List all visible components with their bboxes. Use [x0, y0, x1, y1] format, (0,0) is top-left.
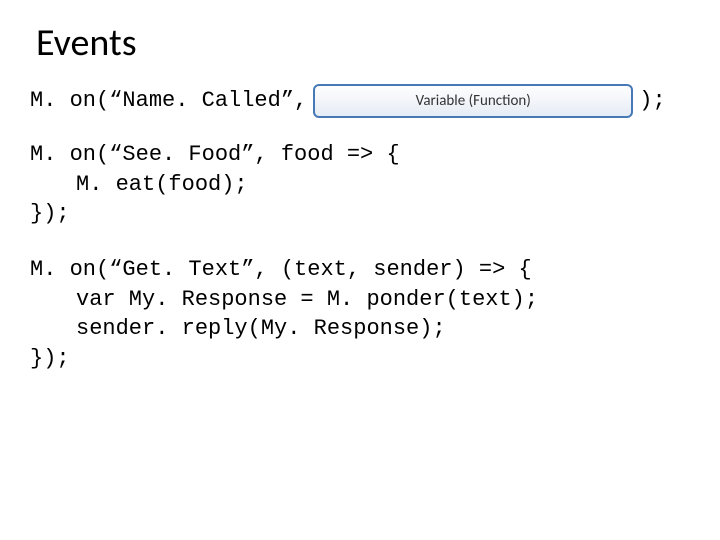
code-line: var My. Response = M. ponder(text); [30, 285, 690, 315]
code-line-1: M. on(“Name. Called”, Variable (Function… [30, 84, 690, 118]
code-block-3: M. on(“Get. Text”, (text, sender) => { v… [30, 255, 690, 374]
code-text-right: ); [639, 86, 665, 116]
code-line: sender. reply(My. Response); [30, 314, 690, 344]
code-line: M. on(“Get. Text”, (text, sender) => { [30, 257, 532, 282]
code-block-2: M. on(“See. Food”, food => { M. eat(food… [30, 140, 690, 229]
content-area: M. on(“Name. Called”, Variable (Function… [30, 84, 690, 374]
code-line: }); [30, 201, 70, 226]
slide: Events M. on(“Name. Called”, Variable (F… [0, 0, 720, 540]
code-line: }); [30, 346, 70, 371]
code-text-left: M. on(“Name. Called”, [30, 86, 307, 116]
code-line: M. eat(food); [30, 170, 690, 200]
badge-label: Variable (Function) [416, 91, 531, 111]
variable-function-badge: Variable (Function) [313, 84, 633, 118]
page-title: Events [30, 20, 690, 66]
code-line: M. on(“See. Food”, food => { [30, 142, 400, 167]
